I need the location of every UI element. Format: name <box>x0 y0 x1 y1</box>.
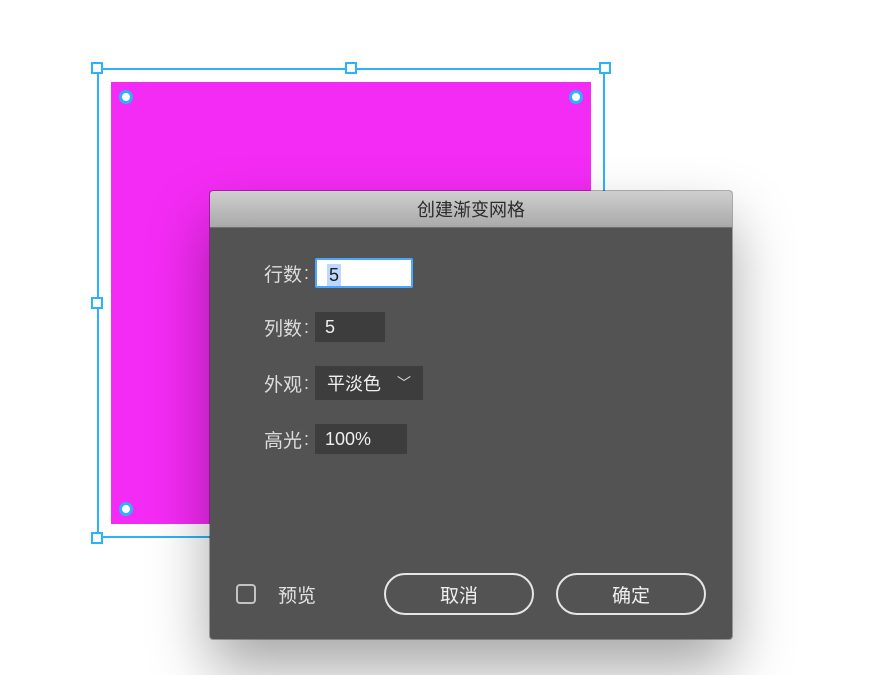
create-gradient-mesh-dialog: 创建渐变网格 行数 : 5 列数 : 5 外观 : 平淡色 ﹀ 高光 <box>210 191 732 639</box>
columns-input-value: 5 <box>325 317 335 337</box>
row-columns: 列数 : 5 <box>242 312 700 342</box>
cancel-button[interactable]: 取消 <box>384 573 534 615</box>
colon: : <box>304 429 309 450</box>
preview-checkbox[interactable] <box>236 584 256 604</box>
appearance-select[interactable]: 平淡色 ﹀ <box>315 366 423 400</box>
appearance-select-value: 平淡色 <box>327 370 381 396</box>
resize-handle-middle-left[interactable] <box>91 297 103 309</box>
resize-handle-top-middle[interactable] <box>345 62 357 74</box>
colon: : <box>304 373 309 394</box>
row-rows: 行数 : 5 <box>242 258 700 288</box>
dialog-footer: 预览 取消 确定 <box>210 573 732 615</box>
colon: : <box>304 263 309 284</box>
highlight-input-value: 100% <box>325 429 371 449</box>
resize-handle-bottom-left[interactable] <box>91 532 103 544</box>
dialog-title-bar[interactable]: 创建渐变网格 <box>210 191 732 228</box>
row-appearance: 外观 : 平淡色 ﹀ <box>242 366 700 400</box>
row-highlight: 高光 : 100% <box>242 424 700 454</box>
colon: : <box>304 317 309 338</box>
resize-handle-top-left[interactable] <box>91 62 103 74</box>
dialog-body: 行数 : 5 列数 : 5 外观 : 平淡色 ﹀ 高光 : 100% <box>210 228 732 454</box>
columns-input[interactable]: 5 <box>315 312 385 342</box>
rows-label: 行数 <box>242 260 302 287</box>
rows-input-value: 5 <box>327 264 341 286</box>
highlight-label: 高光 <box>242 426 302 453</box>
chevron-down-icon: ﹀ <box>397 373 411 393</box>
preview-label: 预览 <box>278 581 316 608</box>
columns-label: 列数 <box>242 314 302 341</box>
appearance-label: 外观 <box>242 370 302 397</box>
highlight-input[interactable]: 100% <box>315 424 407 454</box>
cancel-button-label: 取消 <box>440 581 478 608</box>
resize-handle-top-right[interactable] <box>599 62 611 74</box>
dialog-title: 创建渐变网格 <box>417 196 525 222</box>
ok-button[interactable]: 确定 <box>556 573 706 615</box>
ok-button-label: 确定 <box>612 581 650 608</box>
rows-input[interactable]: 5 <box>315 258 413 288</box>
